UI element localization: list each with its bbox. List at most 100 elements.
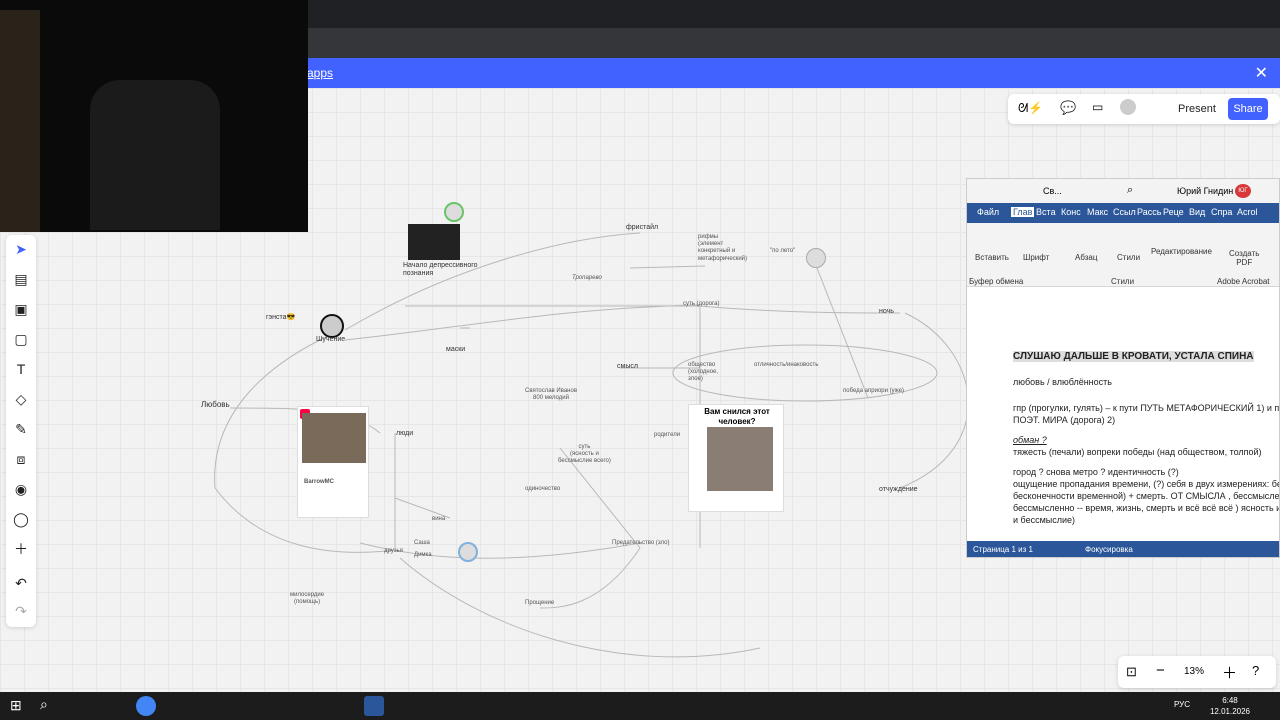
reactions-icon[interactable]: ᘛ⚡ [1018, 101, 1043, 116]
styles-group-label: Стили [1111, 277, 1135, 286]
shapes-icon[interactable]: ◇ [11, 389, 31, 409]
node-betrayal[interactable]: Предательство (зло) [612, 540, 669, 547]
node-freestyle[interactable]: фристайл [626, 224, 658, 232]
zoom-out-button[interactable]: − [1156, 662, 1165, 679]
clock-date: 12.01.2026 [1209, 707, 1250, 716]
banner-link[interactable]: apps [307, 66, 333, 80]
node-love[interactable]: Любовь [201, 400, 230, 410]
help-icon[interactable]: ? [1252, 663, 1259, 678]
search-icon[interactable]: ⌕ [1127, 184, 1133, 197]
avatar[interactable] [1120, 99, 1136, 115]
palette-icon[interactable]: ◉ [11, 479, 31, 499]
tab-review[interactable]: Реце [1163, 207, 1184, 217]
node-forgiveness[interactable]: Прощение [525, 600, 554, 607]
text-icon[interactable]: T [11, 359, 31, 379]
tab-insert[interactable]: Встa [1036, 207, 1056, 217]
fit-icon[interactable]: ⊡ [1126, 664, 1137, 680]
node-shuchenie[interactable]: Шучение [316, 336, 345, 344]
zoom-in-button[interactable]: ＋ [1222, 662, 1237, 683]
node-guilt[interactable]: вина [432, 516, 445, 523]
zoom-level[interactable]: 13% [1184, 666, 1204, 677]
comment-icon[interactable]: ◯ [11, 509, 31, 529]
dream-title: Вам снился этот человек? [704, 407, 770, 426]
doc-line: ПОЭТ. МИРА (дорога) 2) [1013, 415, 1116, 425]
clock[interactable]: 6:48 12.01.2026 [1210, 695, 1250, 717]
search-icon[interactable]: ⌕ [40, 696, 48, 713]
node-po-leto[interactable]: "по лето" [770, 248, 795, 255]
templates-icon[interactable]: ▤ [11, 269, 31, 289]
node-depressive-start[interactable]: Начало депрессивного познания [403, 262, 478, 279]
node-mercy[interactable]: милосердие (помощь) [290, 592, 324, 606]
tab-acrobat[interactable]: Acrol [1237, 207, 1258, 217]
node-victory[interactable]: победа априори (уже) [843, 388, 904, 395]
word-ribbon: Вставить Шрифт Абзац Стили Редактировани… [967, 223, 1279, 287]
start-icon[interactable]: ⊞ [10, 697, 22, 714]
tab-design[interactable]: Конс [1061, 207, 1081, 217]
collab-controls: ᘛ⚡ 💬 ▭ Present Share [1008, 94, 1280, 124]
doc-title[interactable]: Св... [1043, 186, 1062, 196]
node-thumbnail[interactable] [408, 224, 460, 260]
user-name: Юрий Гнидин [1177, 186, 1234, 196]
sticky-note-icon[interactable]: ▢ [11, 329, 31, 349]
card-barrowmc[interactable]: BarrowMC [297, 406, 369, 518]
clipboard-group-label: Буфер обмена [969, 277, 1024, 286]
tab-mailings[interactable]: Рассь [1137, 207, 1161, 217]
focus-mode[interactable]: Фокусировка [1085, 545, 1133, 554]
paste-button[interactable]: Вставить [975, 253, 1009, 262]
paragraph-group[interactable]: Абзац [1075, 253, 1097, 262]
node-suti[interactable]: суть (дорога) [683, 301, 719, 308]
node-tropar[interactable]: Тропарево [572, 275, 602, 282]
word-window[interactable]: Св... ⌕ Юрий Гнидин ЮГ Файл Глав Встa Ко… [966, 178, 1280, 558]
share-button[interactable]: Share [1228, 98, 1268, 120]
node-alienation[interactable]: отчуждение [879, 486, 918, 494]
word-document[interactable]: СЛУШАЮ ДАЛЬШЕ В КРОВАТИ, УСТАЛА СПИНА лю… [967, 287, 1279, 541]
doc-line: ощущение пропадания времени, (?) себя в … [1013, 479, 1279, 489]
chrome-icon[interactable] [136, 696, 156, 716]
font-group[interactable]: Шрифт [1023, 253, 1049, 262]
tab-file[interactable]: Файл [977, 207, 999, 217]
node-society[interactable]: общество (холодное, злое) [688, 362, 718, 384]
node-gangsta[interactable]: гэнста😎 [266, 314, 295, 322]
user-avatar [806, 248, 826, 268]
add-icon[interactable]: ＋ [11, 539, 31, 559]
redo-icon[interactable]: ↷ [11, 601, 31, 621]
node-people[interactable]: люди [396, 430, 413, 438]
user-initials[interactable]: ЮГ [1235, 184, 1251, 198]
present-button[interactable]: Present [1162, 98, 1232, 120]
card-dream[interactable]: Вам снился этот человек? [688, 404, 784, 512]
doc-line: обман ? [1013, 435, 1047, 445]
select-icon[interactable]: ➤ [11, 239, 31, 259]
frame-icon[interactable]: ▣ [11, 299, 31, 319]
chat-icon[interactable]: 💬 [1060, 100, 1076, 116]
editing-group[interactable]: Редактирование [1151, 247, 1212, 256]
node-sense-clarity[interactable]: суть (ясность и бессмыслие всего) [558, 444, 611, 466]
node-loneliness[interactable]: одиночество [525, 486, 560, 493]
word-icon[interactable] [364, 696, 384, 716]
zoom-controls: ⊡ − 13% ＋ ? [1118, 656, 1276, 688]
close-icon[interactable]: ✕ [1255, 63, 1268, 83]
node-parents[interactable]: родители [654, 432, 680, 439]
node-otherness[interactable]: отличность/инаковость [754, 362, 818, 369]
node-masks[interactable]: маски [446, 346, 465, 354]
video-icon[interactable]: ▭ [1092, 100, 1103, 114]
tab-help[interactable]: Спра [1211, 207, 1232, 217]
node-friends[interactable]: друзья [384, 548, 403, 555]
tab-home[interactable]: Глав [1011, 207, 1035, 217]
doc-line: гпр (прогулки, гулять) – к пути ПУТЬ МЕТ… [1013, 403, 1279, 413]
frame-crop-icon[interactable]: ⧈ [11, 449, 31, 469]
node-sasha[interactable]: Саша [414, 540, 430, 547]
node-night[interactable]: ночь [879, 308, 894, 316]
undo-icon[interactable]: ↶ [11, 573, 31, 593]
styles-button[interactable]: Стили [1117, 253, 1140, 262]
tab-view[interactable]: Вид [1189, 207, 1205, 217]
tab-layout[interactable]: Макс [1087, 207, 1108, 217]
create-pdf-button[interactable]: Создать PDF [1229, 249, 1259, 267]
page-indicator[interactable]: Страница 1 из 1 [973, 545, 1033, 554]
tab-references[interactable]: Ссыл [1113, 207, 1136, 217]
language-indicator[interactable]: РУС [1174, 700, 1190, 709]
node-rhymes[interactable]: рифмы (элемент конкретный и метафорическ… [698, 234, 747, 263]
pen-icon[interactable]: ✎ [11, 419, 31, 439]
node-sense[interactable]: смысл [617, 363, 638, 371]
node-svyatoslav[interactable]: Святослав Иванов 800 мелодий [525, 388, 577, 402]
node-dimka[interactable]: Димка [414, 552, 432, 559]
